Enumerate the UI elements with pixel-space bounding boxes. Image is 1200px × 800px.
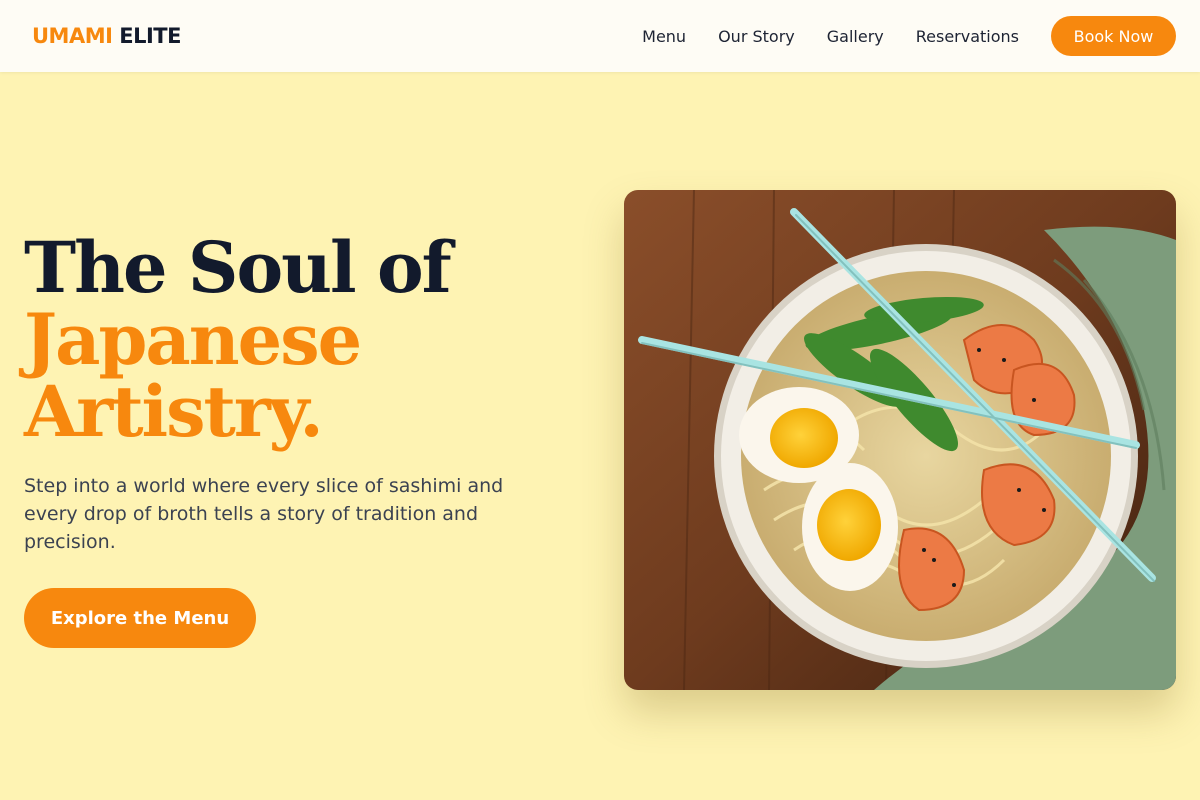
logo-secondary-text: ELITE [119,24,181,48]
hero-subtitle: Step into a world where every slice of s… [24,475,504,553]
hero-ramen-image [624,190,1176,690]
ramen-bowl-illustration [624,190,1176,690]
nav-link-our-story[interactable]: Our Story [718,27,795,46]
hero-title-line-3: Artistry. [24,370,324,453]
explore-menu-button[interactable]: Explore the Menu [24,588,256,648]
site-logo[interactable]: UMAMI ELITE [32,24,181,48]
hero-title-line-1: The Soul of [24,226,452,309]
book-now-button[interactable]: Book Now [1051,16,1176,56]
site-header: UMAMI ELITE Menu Our Story Gallery Reser… [0,0,1200,72]
nav-link-reservations[interactable]: Reservations [916,27,1019,46]
nav-link-gallery[interactable]: Gallery [827,27,884,46]
hero-title: The Soul of Japanese Artistry. [24,226,452,453]
hero-title-line-2: Japanese [24,298,362,381]
nav-link-menu[interactable]: Menu [642,27,686,46]
main-navigation: Menu Our Story Gallery Reservations Book… [642,16,1176,56]
logo-primary-text: UMAMI [32,24,113,48]
